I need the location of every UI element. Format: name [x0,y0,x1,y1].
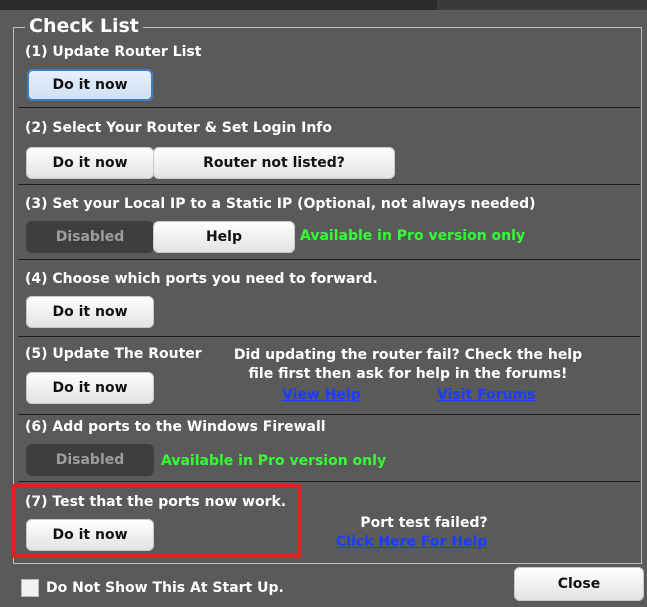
check-list-title: Check List [25,14,143,38]
click-here-for-help-link[interactable]: Click Here For Help [336,534,487,550]
top-bar-tab [437,0,647,10]
step-7-highlight-box [12,484,301,558]
step-4-title: (4) Choose which ports you need to forwa… [25,271,378,287]
window-top-bar [0,0,647,10]
step-1-section: (1) Update Router List Do it now [18,37,640,108]
step-6-pro-note: Available in Pro version only [161,453,387,469]
step-1-title: (1) Update Router List [25,44,202,60]
step-5-do-it-now-button[interactable]: Do it now [26,372,154,404]
step-2-do-it-now-button[interactable]: Do it now [26,147,154,179]
do-not-show-checkbox[interactable] [21,579,39,597]
step-5-section: (5) Update The Router Do it now Did upda… [18,337,640,415]
router-not-listed-button[interactable]: Router not listed? [153,147,395,179]
step-5-help-text: Did updating the router fail? Check the … [233,347,583,382]
step-7-help-text: Port test failed? [360,515,488,531]
view-help-link[interactable]: View Help [282,387,361,403]
step-4-section: (4) Choose which ports you need to forwa… [18,260,640,337]
step-3-disabled-button: Disabled [26,221,154,253]
step-3-title: (3) Set your Local IP to a Static IP (Op… [25,196,536,212]
step-2-title: (2) Select Your Router & Set Login Info [25,120,333,136]
step-5-title: (5) Update The Router [25,346,202,362]
step-6-title: (6) Add ports to the Windows Firewall [25,419,326,435]
step-6-disabled-button: Disabled [26,444,154,476]
close-button[interactable]: Close [514,567,644,601]
step-6-section: (6) Add ports to the Windows Firewall Di… [18,415,640,482]
step-3-pro-note: Available in Pro version only [300,228,526,244]
step-4-do-it-now-button[interactable]: Do it now [26,296,154,328]
do-not-show-label: Do Not Show This At Start Up. [46,580,284,596]
step-2-section: (2) Select Your Router & Set Login Info … [18,108,640,185]
step-3-section: (3) Set your Local IP to a Static IP (Op… [18,185,640,260]
step-1-do-it-now-button[interactable]: Do it now [27,69,153,101]
visit-forums-link[interactable]: Visit Forums [437,387,536,403]
step-3-help-button[interactable]: Help [153,221,295,253]
